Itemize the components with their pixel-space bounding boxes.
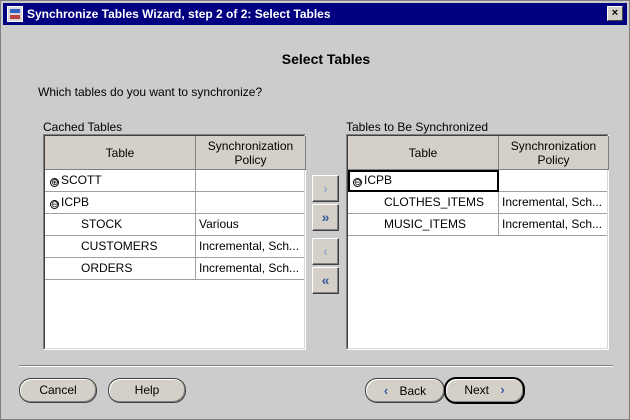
row-name: ORDERS [45,258,196,280]
page-heading: Select Tables [281,51,371,67]
cancel-button[interactable]: Cancel [19,378,97,403]
cached-col-policy[interactable]: Synchronization Policy [196,136,306,170]
table-row[interactable]: ⊕ SCOTT [45,170,304,192]
footer-divider [19,365,613,367]
row-name: STOCK [45,214,196,236]
remove-selected-button[interactable]: ‹ [312,238,339,265]
remove-all-button[interactable]: « [312,267,339,294]
row-name: ICPB [364,173,393,187]
cached-col-table[interactable]: Table [45,136,196,170]
sync-tables-grid[interactable]: Table Synchronization Policy ⊖ ICPB CLOTH… [346,134,609,350]
row-policy: Incremental, Sch... [502,195,603,209]
cached-tables-grid[interactable]: Table Synchronization Policy ⊕ SCOTT ⊖ ICP… [43,134,306,350]
table-row[interactable]: MUSIC_ITEMS Incremental, Sch... [348,214,607,236]
title-bar: Synchronize Tables Wizard, step 2 of 2: … [3,3,627,25]
question-text: Which tables do you want to synchronize? [38,85,263,99]
sync-col-policy[interactable]: Synchronization Policy [499,136,609,170]
close-button[interactable]: × [607,6,623,21]
row-name: CUSTOMERS [45,236,196,258]
next-arrow-icon: › [500,382,505,397]
collapse-icon[interactable]: ⊖ [50,200,59,209]
row-policy: Incremental, Sch... [502,217,603,231]
table-row[interactable]: STOCK Various [45,214,304,236]
help-button[interactable]: Help [108,378,186,403]
next-label: Next [464,383,489,397]
row-name: MUSIC_ITEMS [348,214,499,236]
row-policy: Incremental, Sch... [199,261,300,275]
next-button[interactable]: Next › [444,377,525,404]
back-button[interactable]: ‹ Back [365,378,445,403]
expand-icon[interactable]: ⊕ [50,178,59,187]
row-policy: Incremental, Sch... [199,239,300,253]
row-policy [197,170,305,192]
row-name: CLOTHES_ITEMS [348,192,499,214]
table-row[interactable]: ⊖ ICPB [348,170,607,192]
row-policy [197,192,305,214]
table-row[interactable]: CLOTHES_ITEMS Incremental, Sch... [348,192,607,214]
sync-col-table[interactable]: Table [348,136,499,170]
app-icon [7,6,23,22]
sync-tables-label: Tables to Be Synchronized [346,120,489,134]
wizard-window: Synchronize Tables Wizard, step 2 of 2: … [0,0,630,420]
table-row[interactable]: CUSTOMERS Incremental, Sch... [45,236,304,258]
table-row[interactable]: ⊖ ICPB [45,192,304,214]
add-selected-button[interactable]: › [312,175,339,202]
add-all-button[interactable]: » [312,204,339,231]
row-name: ICPB [61,195,90,209]
row-name: SCOTT [61,173,102,187]
table-row[interactable]: ORDERS Incremental, Sch... [45,258,304,280]
row-policy [500,170,608,192]
collapse-icon[interactable]: ⊖ [353,178,362,187]
row-policy: Various [199,217,239,231]
back-label: Back [399,384,427,398]
cached-tables-label: Cached Tables [43,120,123,134]
window-title: Synchronize Tables Wizard, step 2 of 2: … [27,7,331,21]
back-arrow-icon: ‹ [383,383,389,398]
